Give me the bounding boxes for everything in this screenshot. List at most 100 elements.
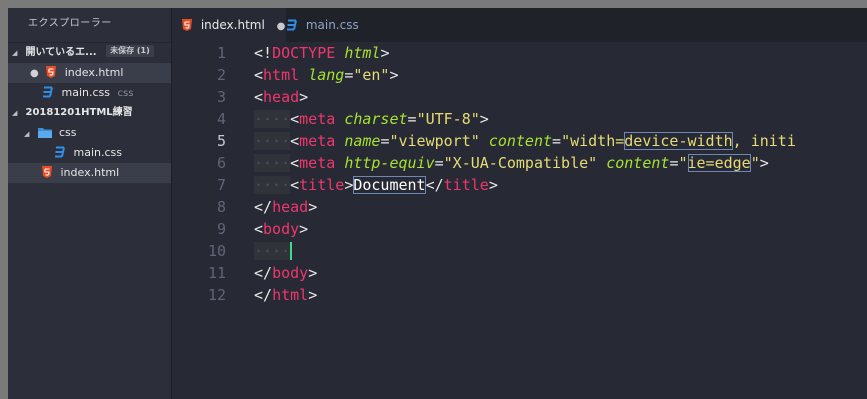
code-line[interactable]: <body> [254,218,867,240]
file-item-main-css[interactable]: main.css [8,143,171,163]
css-icon [55,146,65,158]
code-line[interactable]: ····<meta http-equiv="X-UA-Compatible" c… [254,152,867,174]
folder-label: css [59,126,77,139]
code-line[interactable]: </body> [254,262,867,284]
explorer-title: エクスプローラー [8,8,171,43]
token: " [678,154,688,172]
collapse-triangle-icon[interactable]: ◢ [12,103,22,123]
token: <! [254,44,273,62]
token: html [263,66,300,84]
code-line[interactable]: </head> [254,196,867,218]
token: lang [308,66,345,84]
token: html [344,44,381,62]
file-item-index-html[interactable]: index.html [8,163,171,183]
token: , initi [732,132,796,150]
token: "viewport" [389,132,480,150]
token: http-equiv [344,154,435,172]
open-editors-label: 開いているエ... [25,47,97,58]
open-editor-item-main-css[interactable]: main.css css [8,83,171,103]
code-line-current[interactable]: ···· [254,240,867,262]
match-highlight: device-width [624,132,733,150]
tab-index-html[interactable]: index.html ● [172,8,286,42]
token: head [263,88,300,106]
open-editors-section[interactable]: ◢ 開いているエ... 未保存 (1) [8,43,171,63]
token: body [272,264,309,282]
line-number-current: 5 [216,132,226,150]
code-line[interactable]: ····<title>Document</title> [254,174,867,196]
indent-guide: ···· [254,176,291,194]
code-line[interactable]: </html> [254,284,867,306]
tab-label: main.css [305,18,359,32]
line-number: 10 [207,242,226,260]
unsaved-dot-icon[interactable]: ● [30,68,39,79]
project-section[interactable]: ◢ 20181201HTML練習 [8,103,171,123]
line-number: 12 [207,286,226,304]
match-highlight: ie=edge [687,154,751,172]
unsaved-badge: 未保存 (1) [106,45,154,57]
match-highlight: Document [353,176,426,194]
indent-guide: ···· [254,110,291,128]
editor-tab-bar: index.html ● main.css [172,8,867,42]
line-number: 2 [216,66,226,84]
token: meta [299,110,336,128]
token: "X-UA-Compatible" [443,154,598,172]
token: head [272,198,309,216]
token: title [443,176,489,194]
line-number: 4 [216,110,226,128]
token: "UTF-8" [416,110,480,128]
token: "en" [353,66,390,84]
line-number: 11 [207,264,226,282]
token: html [272,286,309,304]
collapse-triangle-icon[interactable]: ◢ [12,43,22,63]
editor-window: エクスプローラー ◢ 開いているエ... 未保存 (1) ● index.htm… [8,8,867,399]
css-icon [287,19,297,30]
explorer-sidebar: エクスプローラー ◢ 開いているエ... 未保存 (1) ● index.htm… [8,8,172,399]
line-number: 9 [216,220,226,238]
code-editor[interactable]: 1 2 3 4 5 6 7 8 9 10 11 12 <!DOCTYPE htm… [172,42,867,399]
folder-css[interactable]: ◢ css [8,123,171,143]
code-line[interactable]: ····<meta charset="UTF-8"> [254,108,867,130]
indent-guide: ···· [254,154,291,172]
tab-label: index.html [200,18,265,32]
open-editor-item-index-html[interactable]: ● index.html [8,63,171,83]
css-icon [43,86,53,98]
collapse-triangle-icon[interactable]: ◢ [24,124,34,144]
token: DOCTYPE [272,44,336,62]
text-cursor [290,241,293,260]
folder-icon [37,127,52,138]
token: charset [344,110,408,128]
token: > [380,44,390,62]
line-number: 1 [216,44,226,62]
token: meta [299,132,336,150]
indent-guide: ···· [254,242,291,260]
line-number: 8 [216,198,226,216]
token: " [750,154,760,172]
code-line[interactable]: ····<meta name="viewport" content="width… [254,130,867,152]
indent-guide: ···· [254,132,291,150]
html5-icon [182,18,192,31]
token: "width= [561,132,625,150]
token: title [299,176,345,194]
file-label: main.css [73,146,123,159]
token: content [606,154,670,172]
open-editor-label: index.html [64,66,124,79]
line-number-gutter: 1 2 3 4 5 6 7 8 9 10 11 12 [172,42,234,306]
token: meta [299,154,336,172]
html5-icon [42,166,52,178]
line-number: 6 [216,154,226,172]
code-area[interactable]: <!DOCTYPE html> <html lang="en"> <head> … [254,42,867,306]
token: body [263,220,300,238]
open-editor-label: main.css [61,86,111,99]
line-number: 3 [216,88,226,106]
tab-main-css[interactable]: main.css [276,8,382,42]
project-label: 20181201HTML練習 [25,107,133,118]
folder-hint: css [117,88,134,99]
line-number: 7 [216,176,226,194]
token: name [344,132,381,150]
code-line[interactable]: <html lang="en"> [254,64,867,86]
file-label: index.html [60,166,120,179]
code-line[interactable]: <head> [254,86,867,108]
html5-icon [46,66,57,78]
code-line[interactable]: <!DOCTYPE html> [254,42,867,64]
token: content [488,132,553,150]
